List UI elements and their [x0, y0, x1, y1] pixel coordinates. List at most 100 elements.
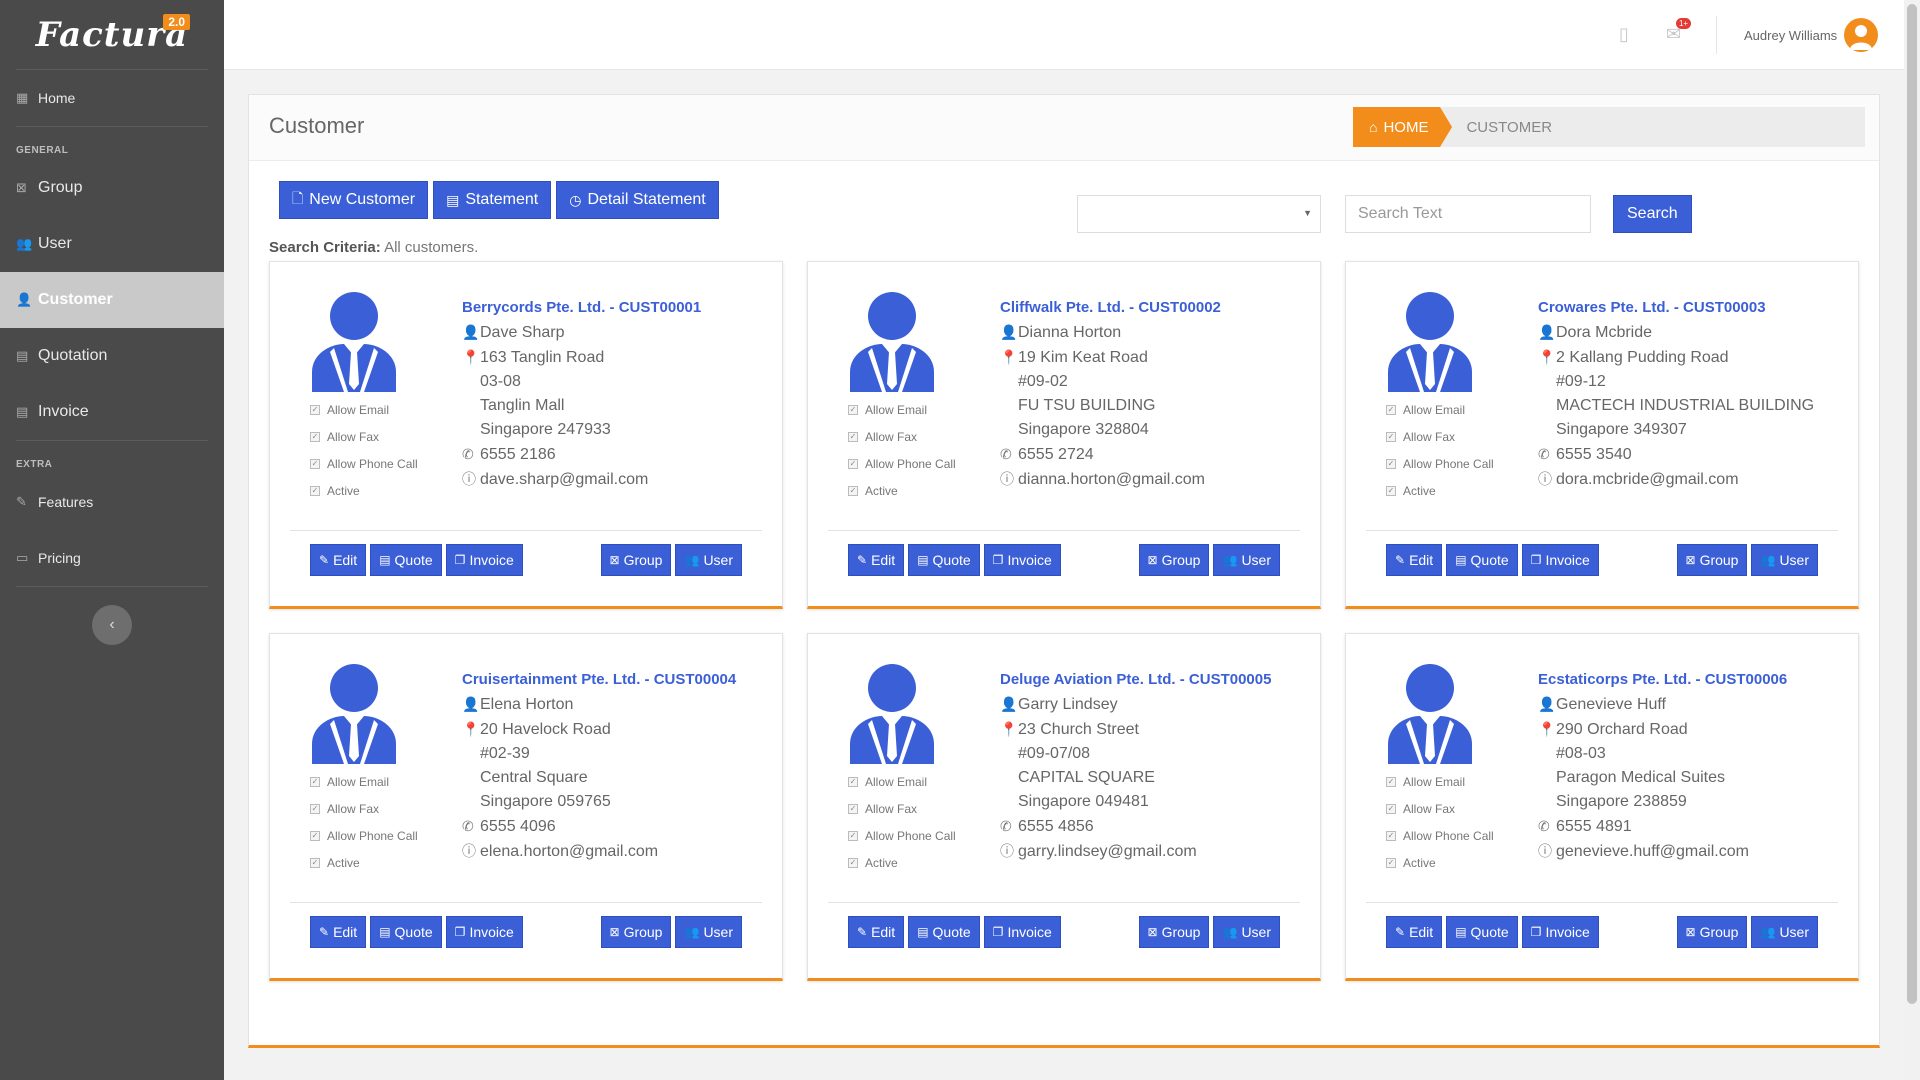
- sidebar-item-pricing[interactable]: ▭ Pricing: [0, 530, 224, 586]
- invoice-button[interactable]: ❐ Invoice: [1521, 544, 1599, 576]
- group-button[interactable]: ⊠ Group: [1676, 544, 1748, 576]
- quote-button[interactable]: ▤ Quote: [1446, 544, 1518, 576]
- button-label: Quote: [394, 924, 433, 940]
- sidebar-collapse-button[interactable]: ‹: [92, 605, 132, 645]
- invoice-button[interactable]: ❐ Invoice: [445, 544, 523, 576]
- detail-statement-button[interactable]: ◷ Detail Statement: [556, 181, 719, 219]
- search-criteria: Search Criteria: All customers.: [269, 239, 478, 256]
- customer-card: ✓ Allow Email ✓ Allow Fax ✓ Allow Phone Cal…: [807, 261, 1321, 609]
- edit-icon: ✎: [319, 925, 330, 939]
- sidebar-item-features[interactable]: ✎ Features: [0, 474, 224, 530]
- allow-phone-checkbox[interactable]: ✓ Allow Phone Call: [310, 822, 418, 849]
- edit-button[interactable]: ✎ Edit: [310, 916, 367, 948]
- allow-fax-checkbox[interactable]: ✓ Allow Fax: [1386, 423, 1494, 450]
- quote-button[interactable]: ▤ Quote: [908, 544, 980, 576]
- allow-phone-checkbox[interactable]: ✓ Allow Phone Call: [848, 822, 956, 849]
- map-marker-icon: 📍: [462, 349, 480, 365]
- quote-button[interactable]: ▤ Quote: [370, 916, 442, 948]
- address-line-4: Singapore 238859: [1556, 793, 1687, 810]
- user-button[interactable]: 👥 User: [675, 544, 742, 576]
- active-checkbox[interactable]: ✓ Active: [1386, 849, 1494, 876]
- edit-button[interactable]: ✎ Edit: [1386, 916, 1443, 948]
- user-name[interactable]: Audrey Williams: [1744, 28, 1837, 43]
- group-button[interactable]: ⊠ Group: [600, 544, 672, 576]
- quote-button[interactable]: ▤ Quote: [1446, 916, 1518, 948]
- allow-email-checkbox[interactable]: ✓ Allow Email: [848, 768, 956, 795]
- edit-button[interactable]: ✎ Edit: [848, 544, 905, 576]
- allow-phone-checkbox[interactable]: ✓ Allow Phone Call: [1386, 822, 1494, 849]
- user-button[interactable]: 👥 User: [1213, 916, 1280, 948]
- map-marker-icon: 📍: [1538, 721, 1556, 737]
- file-icon: ▤: [917, 553, 929, 567]
- app-logo[interactable]: Factura 2.0: [16, 0, 208, 70]
- address-line-3: MACTECH INDUSTRIAL BUILDING: [1556, 397, 1815, 414]
- active-checkbox[interactable]: ✓ Active: [310, 477, 418, 504]
- address-line-1: 📍2 Kallang Pudding Road: [1538, 345, 1838, 370]
- invoice-button[interactable]: ❐ Invoice: [983, 544, 1061, 576]
- customer-name-link[interactable]: Cliffwalk Pte. Ltd. - CUST00002: [1000, 296, 1300, 320]
- active-checkbox[interactable]: ✓ Active: [848, 477, 956, 504]
- user-button[interactable]: 👥 User: [1213, 544, 1280, 576]
- breadcrumb-home[interactable]: ⌂ HOME: [1353, 107, 1454, 147]
- sidebar-item-quotation[interactable]: ▤ Quotation: [0, 328, 224, 384]
- allow-phone-checkbox[interactable]: ✓ Allow Phone Call: [1386, 450, 1494, 477]
- user-button[interactable]: 👥 User: [675, 916, 742, 948]
- allow-fax-checkbox[interactable]: ✓ Allow Fax: [1386, 795, 1494, 822]
- quote-button[interactable]: ▤ Quote: [370, 544, 442, 576]
- invoice-button[interactable]: ❐ Invoice: [1521, 916, 1599, 948]
- edit-button[interactable]: ✎ Edit: [310, 544, 367, 576]
- phone: ✆ 6555 4856: [1000, 814, 1300, 839]
- check-icon: ✓: [310, 803, 320, 814]
- sidebar-item-home[interactable]: ▦ Home: [0, 70, 224, 126]
- allow-email-checkbox[interactable]: ✓ Allow Email: [310, 768, 418, 795]
- invoice-button[interactable]: ❐ Invoice: [983, 916, 1061, 948]
- group-button[interactable]: ⊠ Group: [1138, 544, 1210, 576]
- button-label: User: [1241, 552, 1271, 568]
- customer-name-link[interactable]: Berrycords Pte. Ltd. - CUST00001: [462, 296, 762, 320]
- customer-name-link[interactable]: Crowares Pte. Ltd. - CUST00003: [1538, 296, 1838, 320]
- active-checkbox[interactable]: ✓ Active: [1386, 477, 1494, 504]
- user-button[interactable]: 👥 User: [1751, 916, 1818, 948]
- allow-email-checkbox[interactable]: ✓ Allow Email: [1386, 396, 1494, 423]
- user-button[interactable]: 👥 User: [1751, 544, 1818, 576]
- search-button[interactable]: Search: [1613, 195, 1692, 233]
- group-button[interactable]: ⊠ Group: [1676, 916, 1748, 948]
- scrollbar[interactable]: [1904, 0, 1920, 1080]
- invoice-button[interactable]: ❐ Invoice: [445, 916, 523, 948]
- active-checkbox[interactable]: ✓ Active: [310, 849, 418, 876]
- customer-name-link[interactable]: Deluge Aviation Pte. Ltd. - CUST00005: [1000, 668, 1300, 692]
- allow-email-checkbox[interactable]: ✓ Allow Email: [848, 396, 956, 423]
- allow-email-checkbox[interactable]: ✓ Allow Email: [310, 396, 418, 423]
- sidebar-item-invoice[interactable]: ▤ Invoice: [0, 384, 224, 440]
- active-checkbox[interactable]: ✓ Active: [848, 849, 956, 876]
- sidebar-item-customer[interactable]: 👤 Customer: [0, 272, 224, 328]
- customer-name-link[interactable]: Ecstaticorps Pte. Ltd. - CUST00006: [1538, 668, 1838, 692]
- statement-button[interactable]: ▤ Statement: [433, 181, 552, 219]
- group-button[interactable]: ⊠ Group: [1138, 916, 1210, 948]
- book-icon[interactable]: ▯: [1619, 24, 1629, 45]
- group-button[interactable]: ⊠ Group: [600, 916, 672, 948]
- allow-email-checkbox[interactable]: ✓ Allow Email: [1386, 768, 1494, 795]
- allow-fax-checkbox[interactable]: ✓ Allow Fax: [848, 795, 956, 822]
- edit-button[interactable]: ✎ Edit: [1386, 544, 1443, 576]
- email: ⓘ garry.lindsey@gmail.com: [1000, 839, 1300, 864]
- allow-fax-checkbox[interactable]: ✓ Allow Fax: [310, 423, 418, 450]
- inbox-icon[interactable]: ✉ 1+: [1666, 18, 1692, 45]
- sidebar-item-group[interactable]: ⊠ Group: [0, 160, 224, 216]
- allow-phone-checkbox[interactable]: ✓ Allow Phone Call: [310, 450, 418, 477]
- group-icon: ⊠: [1147, 925, 1158, 939]
- sidebar-item-user[interactable]: 👥 User: [0, 216, 224, 272]
- quote-button[interactable]: ▤ Quote: [908, 916, 980, 948]
- phone-icon: ✆: [462, 818, 474, 834]
- customer-name-link[interactable]: Cruisertainment Pte. Ltd. - CUST00004: [462, 668, 762, 692]
- filter-select[interactable]: ▼: [1077, 195, 1321, 233]
- address-line-3: Paragon Medical Suites: [1556, 769, 1725, 786]
- scroll-thumb[interactable]: [1907, 4, 1917, 1004]
- allow-fax-checkbox[interactable]: ✓ Allow Fax: [848, 423, 956, 450]
- edit-button[interactable]: ✎ Edit: [848, 916, 905, 948]
- search-input[interactable]: [1345, 195, 1591, 233]
- allow-fax-checkbox[interactable]: ✓ Allow Fax: [310, 795, 418, 822]
- new-customer-button[interactable]: 🗋 New Customer: [279, 181, 429, 219]
- avatar[interactable]: [1844, 18, 1878, 52]
- allow-phone-checkbox[interactable]: ✓ Allow Phone Call: [848, 450, 956, 477]
